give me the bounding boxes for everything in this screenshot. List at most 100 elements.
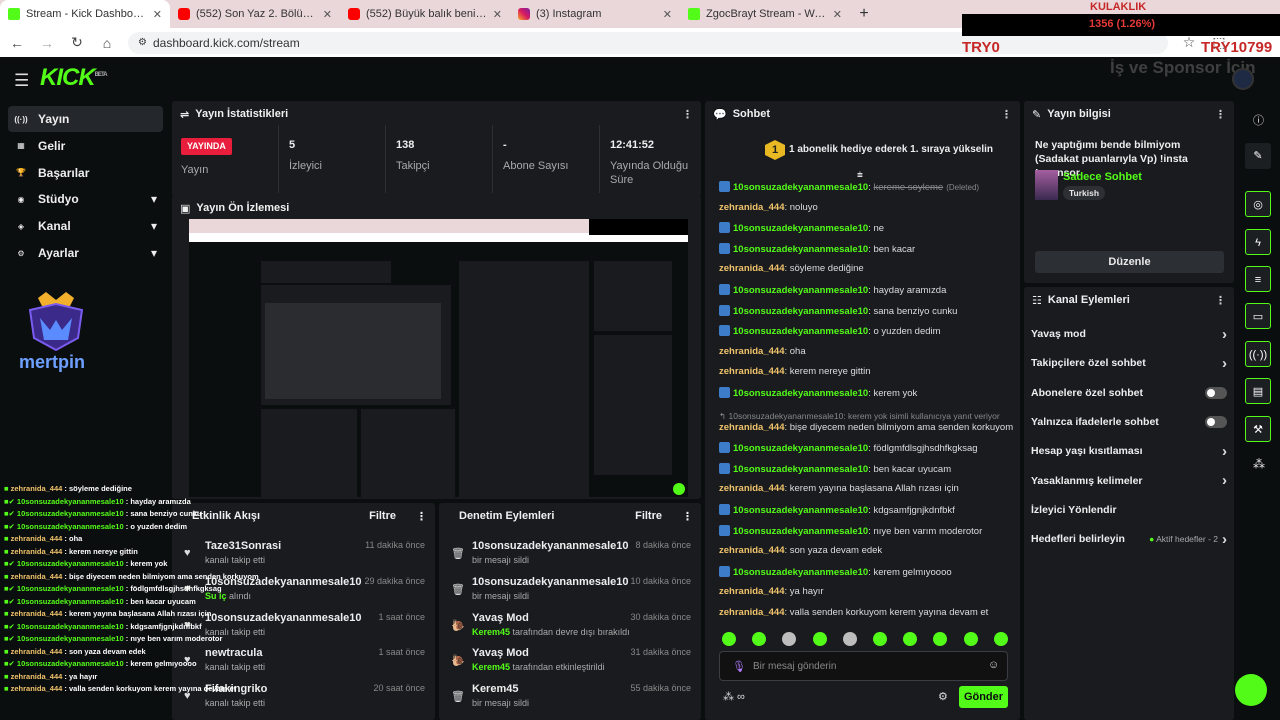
chat-username[interactable]: zehranida_444 xyxy=(719,202,784,213)
menu-icon[interactable]: ☰ xyxy=(14,71,29,91)
browser-tab[interactable]: (3) Instagram ✕ xyxy=(510,0,680,28)
chat-username[interactable]: 10sonsuzadekyananmesale10 xyxy=(733,505,868,516)
emote-icon[interactable] xyxy=(963,632,978,646)
channel-actions-more-icon[interactable]: ⋮ xyxy=(1215,294,1226,307)
sidebar-item-kanal[interactable]: ◈ Kanal ▾ xyxy=(8,213,163,239)
chat-rail-icon[interactable]: ▭ xyxy=(1245,303,1271,329)
broadcast-rail-icon[interactable]: ((·)) xyxy=(1245,341,1271,367)
tools-rail-icon[interactable]: ▤ xyxy=(1245,378,1271,404)
edit-button[interactable]: Düzenle xyxy=(1035,251,1224,273)
chat-username[interactable]: 10sonsuzadekyananmesale10 xyxy=(733,285,868,296)
close-tab-icon[interactable]: ✕ xyxy=(833,8,842,21)
chat-username[interactable]: zehranida_444 xyxy=(719,346,784,357)
emote-icon[interactable] xyxy=(812,632,827,646)
chat-username[interactable]: 10sonsuzadekyananmesale10 xyxy=(733,326,868,337)
channel-action-6[interactable]: İzleyici Yönlendir xyxy=(1031,500,1227,520)
activity-more-icon[interactable]: ⋮ xyxy=(416,510,427,523)
chat-username[interactable]: 10sonsuzadekyananmesale10 xyxy=(733,443,868,454)
channel-action-4[interactable]: Hesap yaşı kısıtlaması › xyxy=(1031,441,1227,461)
browser-tab[interactable]: (552) Son Yaz 2. Bölüm | Sen Ha ✕ xyxy=(170,0,340,28)
chat-message: 10sonsuzadekyananmesale10: kerem yok xyxy=(719,387,917,399)
chat-username[interactable]: 10sonsuzadekyananmesale10 xyxy=(733,223,868,234)
stats-more-icon[interactable]: ⋮ xyxy=(682,108,693,121)
chat-username[interactable]: zehranida_444 xyxy=(719,545,784,556)
bookmark-star-icon[interactable]: ☆ xyxy=(1180,34,1198,51)
browser-tab[interactable]: (552) Büyük balık benim. #ezel ✕ xyxy=(340,0,510,28)
close-tab-icon[interactable]: ✕ xyxy=(153,8,162,21)
channel-action-7[interactable]: Hedefleri belirleyin ● Aktif hedefler - 2… xyxy=(1031,529,1227,549)
item-name[interactable]: Kerem45 xyxy=(472,683,518,695)
gear-icon[interactable]: ⚙ xyxy=(938,690,948,703)
toggle-switch[interactable] xyxy=(1205,415,1227,428)
item-name[interactable]: Yavaş Mod xyxy=(472,612,529,624)
sidebar-item-stüdyo[interactable]: ◉ Stüdyo ▾ xyxy=(8,186,163,212)
new-tab-icon[interactable]: + xyxy=(850,5,878,23)
chat-settings-icons[interactable]: ⁂ ∞ xyxy=(723,690,745,703)
lightning-rail-icon[interactable]: ϟ xyxy=(1245,229,1271,255)
item-name[interactable]: Yavaş Mod xyxy=(472,647,529,659)
close-tab-icon[interactable]: ✕ xyxy=(493,8,502,21)
chat-username[interactable]: 10sonsuzadekyananmesale10 xyxy=(733,567,868,578)
channel-action-3[interactable]: Yalnızca ifadelerle sohbet xyxy=(1031,412,1227,432)
chat-username[interactable]: zehranida_444 xyxy=(719,263,784,274)
sidebar-item-gelir[interactable]: ▦ Gelir xyxy=(8,133,163,159)
stream-info-more-icon[interactable]: ⋮ xyxy=(1215,108,1226,121)
list-rail-icon[interactable]: ≡ xyxy=(1245,266,1271,292)
back-icon[interactable]: ← xyxy=(8,35,26,51)
chat-more-icon[interactable]: ⋮ xyxy=(1001,108,1012,121)
activity-filter-button[interactable]: Filtre xyxy=(369,510,396,522)
home-icon[interactable]: ⌂ xyxy=(98,35,116,51)
chat-username[interactable]: 10sonsuzadekyananmesale10 xyxy=(733,182,868,193)
channel-action-1[interactable]: Takipçilere özel sohbet › xyxy=(1031,353,1227,373)
item-name[interactable]: newtracula xyxy=(205,647,262,659)
sidebar-item-yayın[interactable]: ((·)) Yayın xyxy=(8,106,163,132)
channel-action-0[interactable]: Yavaş mod › xyxy=(1031,324,1227,344)
item-name[interactable]: 10sonsuzadekyananmesale10 xyxy=(472,576,629,588)
chat-username[interactable]: 10sonsuzadekyananmesale10 xyxy=(733,244,868,255)
shapes-icon[interactable]: ⁂ xyxy=(1253,457,1265,471)
chat-username[interactable]: 10sonsuzadekyananmesale10 xyxy=(733,306,868,317)
emote-icon[interactable] xyxy=(993,632,1008,646)
emote-icon[interactable] xyxy=(722,632,736,646)
chat-username[interactable]: zehranida_444 xyxy=(719,422,784,433)
channel-action-5[interactable]: Yasaklanmış kelimeler › xyxy=(1031,471,1227,491)
item-name[interactable]: 10sonsuzadekyananmesale10 xyxy=(205,612,362,624)
send-button[interactable]: Gönder xyxy=(959,686,1008,708)
edit-rail-icon[interactable]: ✎ xyxy=(1245,143,1271,169)
kick-logo[interactable]: KICKBETA xyxy=(40,64,108,92)
browser-tab[interactable]: ZgocBrayt Stream - Watch Live ✕ xyxy=(680,0,850,28)
chat-username[interactable]: zehranida_444 xyxy=(719,607,784,618)
close-tab-icon[interactable]: ✕ xyxy=(323,8,332,21)
site-info-icon[interactable]: ⚙ xyxy=(138,37,147,48)
wrench-rail-icon[interactable]: ⚒ xyxy=(1245,416,1271,442)
forward-icon[interactable]: → xyxy=(38,35,56,51)
item-name[interactable]: Taze31Sonrasi xyxy=(205,540,281,552)
category-name[interactable]: Sadece Sohbet xyxy=(1063,171,1142,183)
stream-preview-video[interactable] xyxy=(189,219,688,497)
emote-icon[interactable] xyxy=(842,632,857,646)
mic-icon[interactable]: 🎙 xyxy=(732,660,746,673)
close-tab-icon[interactable]: ✕ xyxy=(663,8,672,21)
chat-username[interactable]: 10sonsuzadekyananmesale10 xyxy=(733,388,868,399)
chat-username[interactable]: zehranida_444 xyxy=(719,366,784,377)
chat-username[interactable]: 10sonsuzadekyananmesale10 xyxy=(733,526,868,537)
chat-username[interactable]: zehranida_444 xyxy=(719,586,784,597)
item-name[interactable]: 10sonsuzadekyananmesale10 xyxy=(472,540,629,552)
emote-icon[interactable] xyxy=(873,632,887,646)
pinned-collapse-icon[interactable]: ⩧ xyxy=(857,170,863,181)
channel-action-2[interactable]: Abonelere özel sohbet xyxy=(1031,383,1227,403)
moderation-more-icon[interactable]: ⋮ xyxy=(682,510,693,523)
chat-username[interactable]: 10sonsuzadekyananmesale10 xyxy=(733,464,868,475)
moderation-filter-button[interactable]: Filtre xyxy=(635,510,662,522)
chat-input-box[interactable]: 🎙 Bir mesaj gönderin ☺ xyxy=(719,651,1008,681)
chat-username[interactable]: zehranida_444 xyxy=(719,483,784,494)
emoji-icon[interactable]: ☺ xyxy=(988,659,999,671)
user-avatar[interactable] xyxy=(1232,68,1254,90)
browser-tab[interactable]: Stream - Kick Dashboard ✕ xyxy=(0,0,170,28)
info-icon[interactable]: ⓘ xyxy=(1253,112,1264,128)
toggle-switch[interactable] xyxy=(1205,386,1227,399)
sidebar-item-başarılar[interactable]: 🏆 Başarılar xyxy=(8,160,163,186)
reload-icon[interactable]: ↻ xyxy=(68,34,86,51)
camera-rail-icon[interactable]: ◎ xyxy=(1245,191,1271,217)
sidebar-item-ayarlar[interactable]: ⚙ Ayarlar ▾ xyxy=(8,240,163,266)
